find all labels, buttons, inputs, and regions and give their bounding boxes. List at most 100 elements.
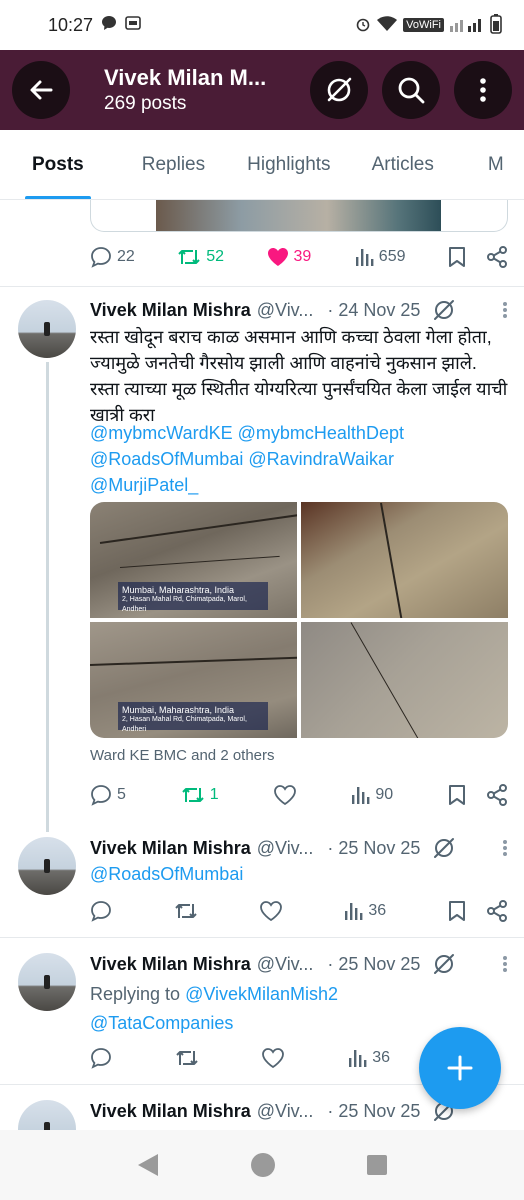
bookmark-icon[interactable] xyxy=(448,784,466,806)
author-handle[interactable]: @Viv... xyxy=(257,838,314,859)
battery-icon xyxy=(490,13,502,37)
search-button[interactable] xyxy=(382,61,440,119)
post-actions: 22 52 39 659 xyxy=(90,246,508,268)
views-button[interactable]: 659 xyxy=(354,247,406,267)
author-handle[interactable]: @Viv... xyxy=(257,1101,314,1122)
like-button[interactable] xyxy=(259,901,282,921)
more-vertical-icon[interactable] xyxy=(502,838,508,858)
mention-link[interactable]: @VivekMilanMish2 xyxy=(185,984,338,1004)
grok-icon[interactable] xyxy=(432,836,456,860)
views-count: 36 xyxy=(368,902,387,919)
timeline-feed[interactable]: 22 52 39 659 Vivek Milan Mishra @Viv... … xyxy=(0,200,524,1130)
repost-button[interactable]: 1 xyxy=(181,784,219,806)
compose-post-button[interactable] xyxy=(419,1027,501,1109)
avatar[interactable] xyxy=(18,837,76,895)
author-name[interactable]: Vivek Milan Mishra xyxy=(90,300,251,321)
repost-icon xyxy=(176,1051,198,1065)
reply-count: 22 xyxy=(117,248,135,265)
mention-link[interactable]: @mybmcHealthDept xyxy=(238,423,404,443)
tab-articles-label: Articles xyxy=(371,153,434,175)
views-button[interactable]: 36 xyxy=(343,901,386,921)
wifi-icon xyxy=(377,15,398,35)
mention-link[interactable]: @RavindraWaikar xyxy=(248,449,394,469)
grok-icon[interactable] xyxy=(432,952,456,976)
tab-highlights[interactable]: Highlights xyxy=(247,130,331,199)
header-posts-count: 269 posts xyxy=(104,93,187,114)
author-handle[interactable]: @Viv... xyxy=(257,300,314,321)
post-image[interactable]: Mumbai, Maharashtra, India 2, Hasan Maha… xyxy=(90,622,297,738)
avatar[interactable] xyxy=(18,300,76,358)
like-button[interactable]: 39 xyxy=(267,247,312,267)
geo-tag-place: Mumbai, Maharashtra, India xyxy=(122,585,235,595)
back-triangle-icon[interactable] xyxy=(136,1152,160,1178)
mention-link[interactable]: @MurjiPatel_ xyxy=(90,475,198,495)
post-text: @RoadsOfMumbai xyxy=(90,861,510,887)
post-media-grid: Mumbai, Maharashtra, India 2, Hasan Maha… xyxy=(90,502,508,738)
author-name[interactable]: Vivek Milan Mishra xyxy=(90,838,251,859)
more-vertical-icon[interactable] xyxy=(502,954,508,974)
views-count: 36 xyxy=(372,1049,390,1066)
heart-icon xyxy=(273,785,296,805)
post-actions: 5 1 90 xyxy=(90,784,508,806)
grok-button[interactable] xyxy=(310,61,368,119)
post-image[interactable] xyxy=(301,622,508,738)
post-header: Vivek Milan Mishra @Viv... · 25 Nov 25 xyxy=(90,836,508,860)
mention-link[interactable]: @TataCompanies xyxy=(90,1013,233,1033)
like-count: 39 xyxy=(293,248,312,265)
tab-posts-label: Posts xyxy=(32,153,84,175)
reply-button[interactable] xyxy=(90,900,112,922)
mention-link[interactable]: @RoadsOfMumbai xyxy=(90,864,243,884)
post-media-partial[interactable] xyxy=(90,200,508,232)
repost-button[interactable]: 52 xyxy=(177,246,224,268)
reply-button[interactable] xyxy=(90,1047,112,1069)
bookmark-icon[interactable] xyxy=(448,246,466,268)
tab-highlights-label: Highlights xyxy=(247,153,331,175)
geo-tag: Mumbai, Maharashtra, India 2, Hasan Maha… xyxy=(118,582,268,613)
post-date[interactable]: · 25 Nov 25 xyxy=(327,954,420,975)
tab-articles[interactable]: Articles xyxy=(371,130,434,199)
post-mentions: @mybmcWardKE @mybmcHealthDept @RoadsOfMu… xyxy=(90,420,510,498)
more-vertical-icon[interactable] xyxy=(502,300,508,320)
post-date[interactable]: · 25 Nov 25 xyxy=(327,1101,420,1122)
tab-media[interactable]: M xyxy=(488,130,504,199)
like-button[interactable] xyxy=(262,1048,285,1068)
avatar[interactable] xyxy=(18,1100,76,1130)
author-name[interactable]: Vivek Milan Mishra xyxy=(90,954,251,975)
recents-square-icon[interactable] xyxy=(366,1154,388,1176)
views-button[interactable]: 90 xyxy=(350,785,393,805)
back-button[interactable] xyxy=(12,61,70,119)
mention-link[interactable]: @RoadsOfMumbai xyxy=(90,449,243,469)
post-image[interactable]: Mumbai, Maharashtra, India 2, Hasan Maha… xyxy=(90,502,297,618)
share-icon[interactable] xyxy=(486,784,508,806)
repost-button[interactable] xyxy=(174,900,198,922)
more-options-button[interactable] xyxy=(454,61,512,119)
author-handle[interactable]: @Viv... xyxy=(257,954,314,975)
tab-replies[interactable]: Replies xyxy=(142,130,205,199)
heart-icon xyxy=(262,1048,285,1068)
repost-icon xyxy=(182,788,204,802)
arrow-left-icon xyxy=(30,80,53,100)
repost-count: 1 xyxy=(209,786,219,803)
post-date[interactable]: · 25 Nov 25 xyxy=(327,838,420,859)
home-circle-icon[interactable] xyxy=(250,1152,276,1178)
reply-count: 5 xyxy=(117,786,126,803)
post-date[interactable]: · 24 Nov 25 xyxy=(327,300,420,321)
reply-button[interactable]: 5 xyxy=(90,784,126,806)
views-chart-icon xyxy=(352,787,370,804)
mention-link[interactable]: @mybmcWardKE xyxy=(90,423,233,443)
reply-button[interactable]: 22 xyxy=(90,246,135,268)
views-chart-icon xyxy=(345,903,363,920)
grok-icon[interactable] xyxy=(432,298,456,322)
bookmark-icon[interactable] xyxy=(448,900,466,922)
author-name[interactable]: Vivek Milan Mishra xyxy=(90,1101,251,1122)
views-button[interactable]: 36 xyxy=(347,1048,390,1068)
avatar[interactable] xyxy=(18,953,76,1011)
tab-posts[interactable]: Posts xyxy=(24,130,91,199)
tagged-users[interactable]: Ward KE BMC and 2 others xyxy=(90,747,275,764)
reply-icon xyxy=(91,1048,111,1069)
like-button[interactable] xyxy=(273,785,296,805)
share-icon[interactable] xyxy=(486,900,508,922)
repost-button[interactable] xyxy=(175,1047,199,1069)
post-image[interactable] xyxy=(301,502,508,618)
share-icon[interactable] xyxy=(486,246,508,268)
